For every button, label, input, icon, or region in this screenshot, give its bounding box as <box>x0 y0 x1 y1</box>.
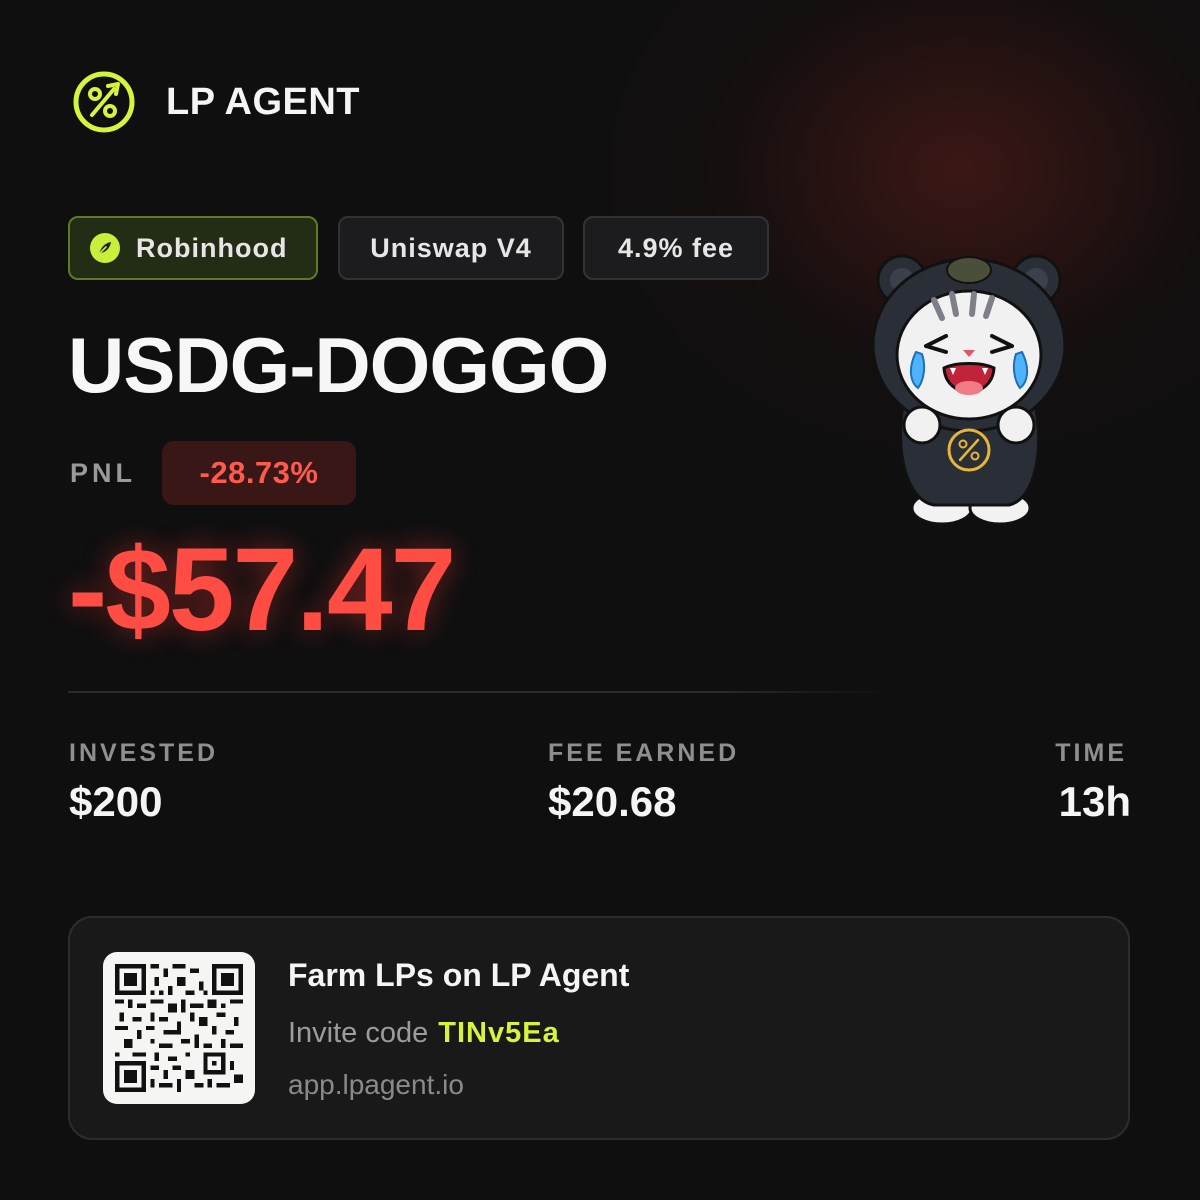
feather-icon <box>90 233 120 263</box>
brand-name: LP AGENT <box>166 81 361 123</box>
dex-label: Uniswap V4 <box>370 232 532 263</box>
fee-tier-label: 4.9% fee <box>617 232 735 263</box>
invite-url[interactable]: app.lpagent.io <box>288 1068 464 1102</box>
pnl-percent-badge: -28.73% <box>162 441 356 505</box>
time-label: TIME <box>1055 739 1127 767</box>
qr-code-icon[interactable] <box>103 952 255 1104</box>
invite-code-row: Invite code TINv5Ea <box>288 1015 560 1051</box>
invite-code[interactable]: TINv5Ea <box>438 1017 559 1049</box>
pnl-amount: -$57.47 <box>68 524 456 656</box>
fee-tier-tag: 4.9% fee <box>583 216 769 280</box>
invested-label: INVESTED <box>69 739 219 767</box>
pair-name: USDG-DOGGO <box>68 321 609 409</box>
time-value: 13h <box>1058 778 1131 825</box>
chain-tag: Robinhood <box>68 216 318 280</box>
chain-label: Robinhood <box>136 232 288 263</box>
invite-title: Farm LPs on LP Agent <box>288 957 630 993</box>
fee-earned-value: $20.68 <box>548 778 677 825</box>
fee-earned-label: FEE EARNED <box>548 739 740 767</box>
pnl-label: PNL <box>70 458 136 488</box>
divider <box>68 691 888 693</box>
invested-value: $200 <box>69 778 163 825</box>
crying-cat-mascot-icon <box>864 250 1074 528</box>
invite-code-label: Invite code <box>288 1017 429 1049</box>
dex-tag: Uniswap V4 <box>338 216 564 280</box>
percent-arrow-icon <box>72 70 136 134</box>
